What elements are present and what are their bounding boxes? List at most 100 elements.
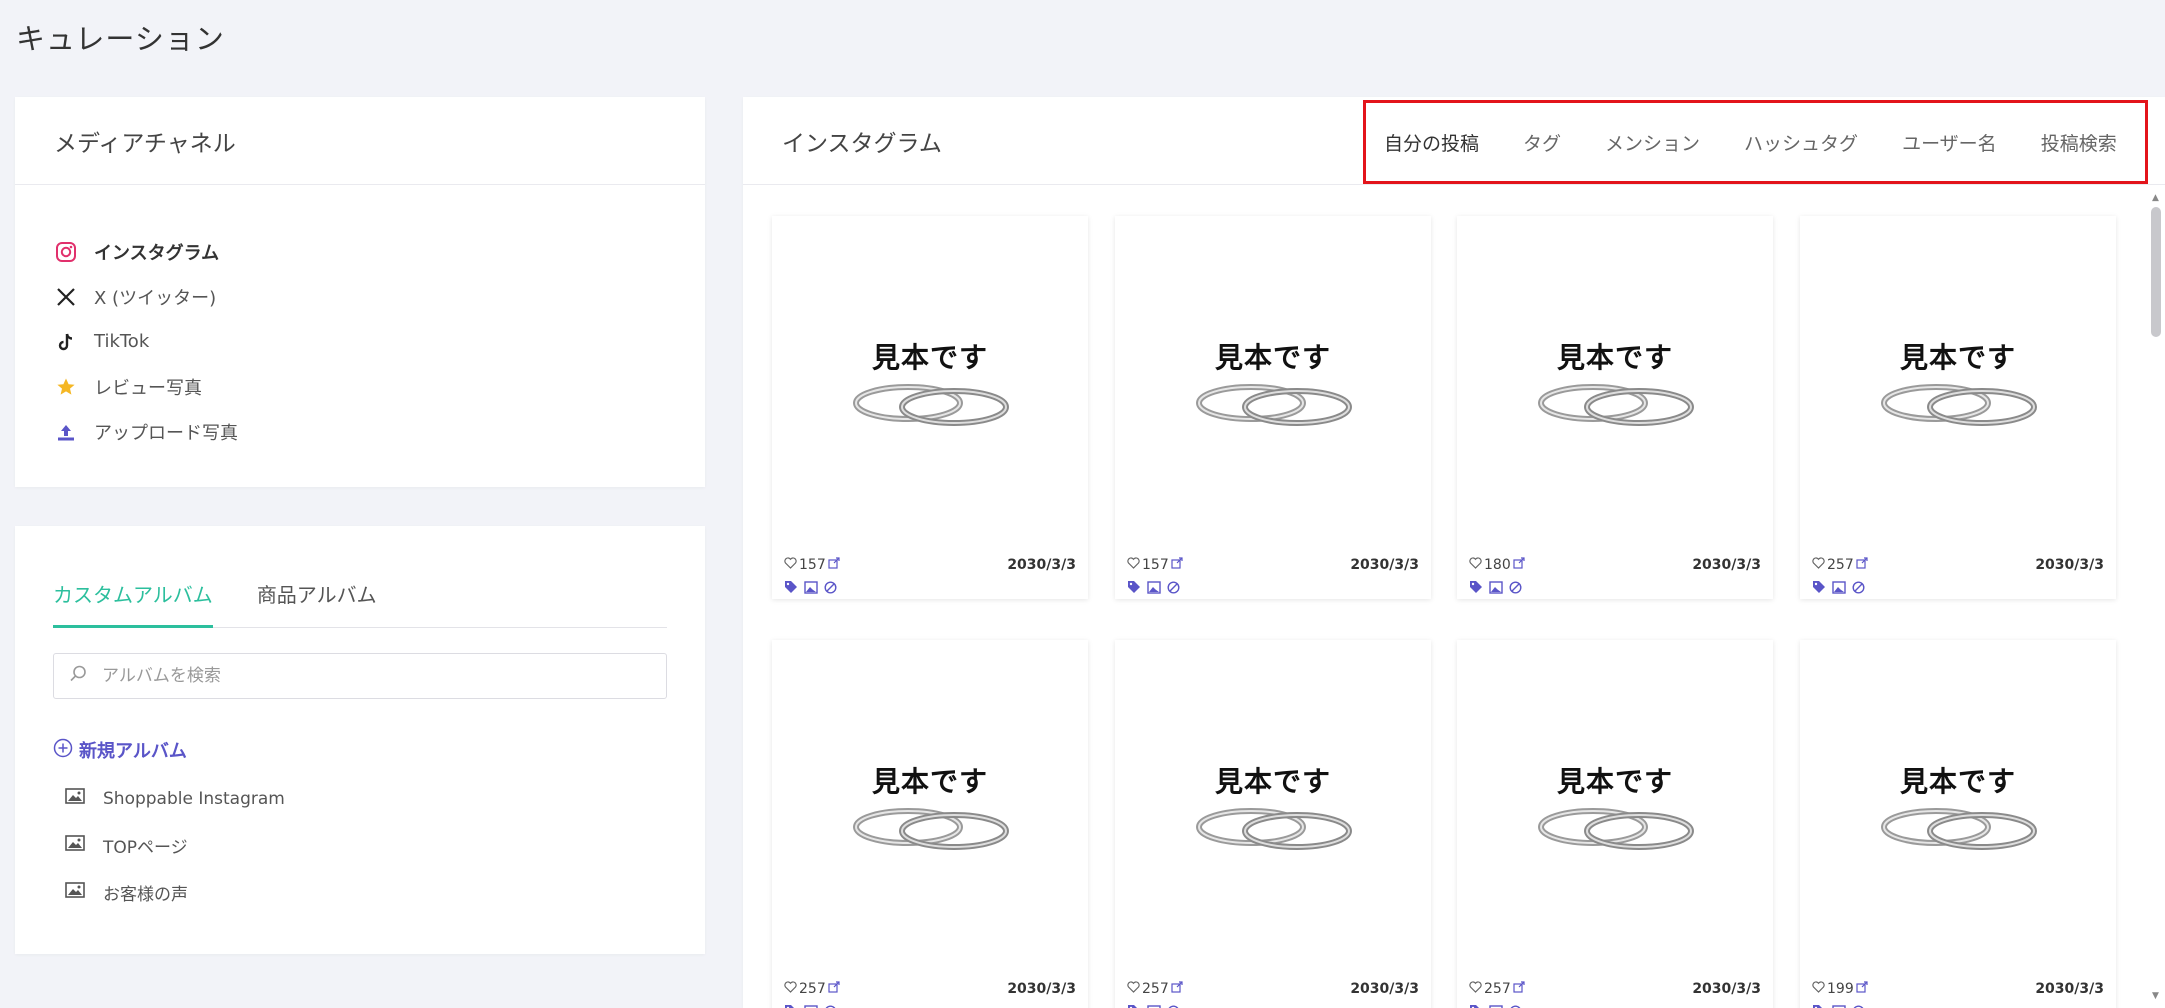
external-link-icon[interactable]: [1856, 981, 1868, 997]
tag-icon[interactable]: [1127, 1003, 1141, 1008]
instagram-header: インスタグラム 自分の投稿 タグ メンション ハッシュタグ ユーザー名 投稿検索: [743, 97, 2165, 185]
post-thumbnail[interactable]: 見本です: [772, 216, 1088, 553]
filter-tab-my-posts[interactable]: 自分の投稿: [1384, 129, 1479, 156]
tab-custom-album[interactable]: カスタムアルバム: [53, 579, 213, 628]
block-icon[interactable]: [824, 1003, 837, 1008]
post-likes: 157: [1127, 557, 1183, 573]
album-icon[interactable]: [1832, 579, 1846, 598]
album-icon[interactable]: [804, 579, 818, 598]
album-item-top-page[interactable]: TOPページ: [53, 822, 667, 869]
post-thumbnail[interactable]: 見本です: [1457, 640, 1773, 977]
tag-icon[interactable]: [784, 579, 798, 598]
post-likes: 257: [1127, 981, 1183, 997]
block-icon[interactable]: [1167, 579, 1180, 598]
filter-tab-username[interactable]: ユーザー名: [1902, 129, 1997, 156]
external-link-icon[interactable]: [1513, 981, 1525, 997]
album-icon[interactable]: [804, 1003, 818, 1008]
block-icon[interactable]: [1167, 1003, 1180, 1008]
post-badges: [1115, 1001, 1431, 1008]
post-thumbnail[interactable]: 見本です: [1800, 216, 2116, 553]
external-link-icon[interactable]: [828, 557, 840, 573]
external-link-icon[interactable]: [1171, 557, 1183, 573]
block-icon[interactable]: [1509, 1003, 1522, 1008]
media-channel-panel: メディアチャネル インスタグラム X (ツイッター) TikTok レビュー写真…: [15, 97, 705, 487]
tag-icon[interactable]: [1469, 1003, 1483, 1008]
channel-review-photos[interactable]: レビュー写真: [54, 364, 705, 409]
tab-product-album[interactable]: 商品アルバム: [257, 579, 377, 628]
rings-image: [850, 800, 1010, 858]
post-meta: 257 2030/3/3: [772, 977, 1088, 1001]
external-link-icon[interactable]: [1856, 557, 1868, 573]
post-card[interactable]: 見本です 257 2030/3/3: [1115, 640, 1431, 1008]
album-item-shoppable[interactable]: Shoppable Instagram: [53, 775, 667, 822]
rings-image: [850, 376, 1010, 434]
filter-tab-tag[interactable]: タグ: [1523, 129, 1561, 156]
tag-icon[interactable]: [1127, 579, 1141, 598]
filter-tab-mention[interactable]: メンション: [1605, 129, 1700, 156]
tag-icon[interactable]: [1812, 1003, 1826, 1008]
post-image-text: 見本です: [1214, 340, 1331, 374]
post-image-text: 見本です: [871, 340, 988, 374]
post-card[interactable]: 見本です 157 2030/3/3: [772, 216, 1088, 599]
album-panel: カスタムアルバム 商品アルバム 新規アルバム Shoppable Instagr…: [15, 526, 705, 954]
post-card[interactable]: 見本です 180 2030/3/3: [1457, 216, 1773, 599]
post-badges: [1115, 577, 1431, 599]
album-icon[interactable]: [1147, 579, 1161, 598]
post-card[interactable]: 見本です 257 2030/3/3: [1800, 216, 2116, 599]
rings-image: [1535, 376, 1695, 434]
channel-tiktok[interactable]: TikTok: [54, 319, 705, 364]
external-link-icon[interactable]: [1513, 557, 1525, 573]
tag-icon[interactable]: [1469, 579, 1483, 598]
heart-icon: [1127, 557, 1140, 573]
new-album-button[interactable]: 新規アルバム: [53, 737, 667, 763]
heart-icon: [784, 557, 797, 573]
scrollbar[interactable]: ▲ ▼: [2151, 193, 2161, 1001]
filter-tab-post-search[interactable]: 投稿検索: [2041, 129, 2117, 156]
post-card[interactable]: 見本です 257 2030/3/3: [772, 640, 1088, 1008]
scroll-down-icon[interactable]: ▼: [2152, 991, 2159, 1001]
new-album-label: 新規アルバム: [79, 741, 187, 762]
post-like-count: 257: [1484, 981, 1511, 997]
post-badges: [772, 577, 1088, 599]
external-link-icon[interactable]: [1171, 981, 1183, 997]
channel-instagram[interactable]: インスタグラム: [54, 229, 705, 274]
album-search-input[interactable]: [102, 666, 602, 686]
post-badges: [1800, 577, 2116, 599]
external-link-icon[interactable]: [828, 981, 840, 997]
block-icon[interactable]: [1852, 579, 1865, 598]
rings-image: [1878, 800, 2038, 858]
block-icon[interactable]: [824, 579, 837, 598]
post-like-count: 157: [1142, 557, 1169, 573]
album-icon[interactable]: [1489, 579, 1503, 598]
post-card[interactable]: 見本です 257 2030/3/3: [1457, 640, 1773, 1008]
channel-label: インスタグラム: [94, 242, 220, 264]
album-icon[interactable]: [1489, 1003, 1503, 1008]
channel-label: レビュー写真: [94, 377, 202, 399]
album-icon[interactable]: [1147, 1003, 1161, 1008]
post-thumbnail[interactable]: 見本です: [772, 640, 1088, 977]
block-icon[interactable]: [1509, 579, 1522, 598]
post-date: 2030/3/3: [2035, 557, 2104, 573]
channel-x[interactable]: X (ツイッター): [54, 274, 705, 319]
post-thumbnail[interactable]: 見本です: [1115, 640, 1431, 977]
post-thumbnail[interactable]: 見本です: [1115, 216, 1431, 553]
post-meta: 199 2030/3/3: [1800, 977, 2116, 1001]
image-icon: [65, 787, 85, 810]
post-meta: 180 2030/3/3: [1457, 553, 1773, 577]
tag-icon[interactable]: [784, 1003, 798, 1008]
post-thumbnail[interactable]: 見本です: [1800, 640, 2116, 977]
channel-upload-photos[interactable]: アップロード写真: [54, 409, 705, 454]
tag-icon[interactable]: [1812, 579, 1826, 598]
album-item-customer-voice[interactable]: お客様の声: [53, 869, 667, 916]
block-icon[interactable]: [1852, 1003, 1865, 1008]
scroll-thumb[interactable]: [2151, 207, 2161, 337]
filter-tab-hashtag[interactable]: ハッシュタグ: [1744, 129, 1858, 156]
post-card[interactable]: 見本です 157 2030/3/3: [1115, 216, 1431, 599]
post-card[interactable]: 見本です 199 2030/3/3: [1800, 640, 2116, 1008]
post-likes: 257: [1812, 557, 1868, 573]
post-meta: 157 2030/3/3: [1115, 553, 1431, 577]
scroll-up-icon[interactable]: ▲: [2152, 193, 2159, 203]
post-image-text: 見本です: [1899, 764, 2016, 798]
post-thumbnail[interactable]: 見本です: [1457, 216, 1773, 553]
album-icon[interactable]: [1832, 1003, 1846, 1008]
